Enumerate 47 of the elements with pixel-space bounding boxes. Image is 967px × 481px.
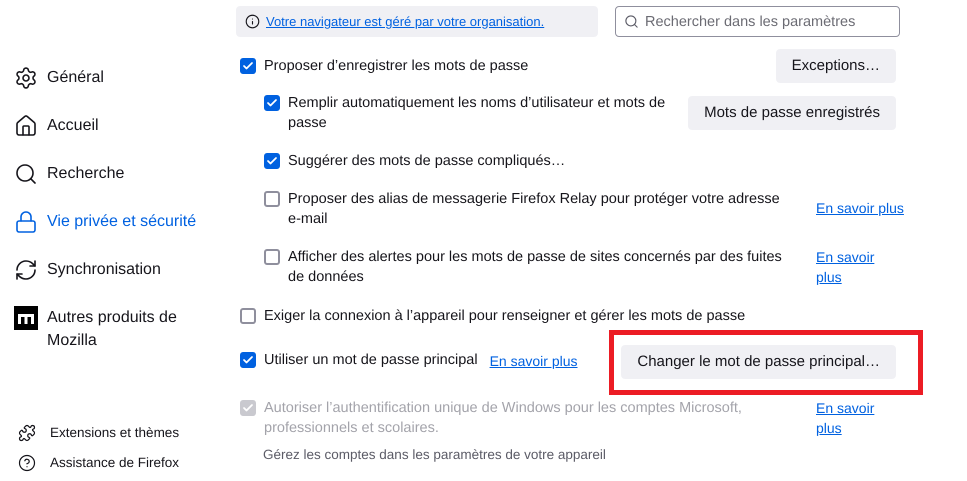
option-label: Remplir automatiquement les noms d’utilisateur et mots de passe <box>288 94 666 133</box>
option-label: Proposer des alias de messagerie Firefox Relay pour protéger votre adresse e-mail <box>288 190 781 229</box>
sidebar-item[interactable]: Autres produits de Mozilla <box>47 306 197 352</box>
learn-more-link[interactable]: En savoir plus <box>816 247 882 287</box>
option-label: Utiliser un mot de passe principal <box>264 351 478 370</box>
learn-more-link[interactable]: En savoir plus <box>816 200 904 216</box>
house-icon <box>14 114 38 138</box>
sidebar-item[interactable]: Synchronisation <box>47 258 197 281</box>
info-icon <box>245 14 260 29</box>
lock-icon <box>14 210 38 234</box>
checkbox[interactable] <box>240 58 256 74</box>
check-icon <box>266 97 278 109</box>
check-icon <box>242 354 254 366</box>
learn-more-link[interactable]: En savoir plus <box>490 353 578 369</box>
mozilla-logo-icon <box>14 306 38 330</box>
action-button[interactable]: Exceptions… <box>776 49 896 83</box>
hint-text: Gérez les comptes dans les paramètres de votre appareil <box>263 447 606 462</box>
checkbox[interactable] <box>240 308 256 324</box>
option-label: Exiger la connexion à l’appareil pour renseigner et gérer les mots de passe <box>264 307 746 326</box>
action-button[interactable]: Mots de passe enregistrés <box>688 96 896 130</box>
search-icon <box>624 14 639 29</box>
check-icon <box>242 402 254 414</box>
option-label: Proposer d’enregistrer les mots de passe <box>264 57 528 76</box>
sidebar-item[interactable]: Vie privée et sécurité <box>47 210 197 233</box>
help-icon <box>18 454 36 472</box>
sync-icon <box>14 258 38 282</box>
sidebar-footer-item[interactable]: Extensions et thèmes <box>50 422 180 443</box>
sidebar-footer-item[interactable]: Assistance de Firefox <box>50 452 180 473</box>
checkbox[interactable] <box>264 95 280 111</box>
check-icon <box>266 155 278 167</box>
checkbox[interactable] <box>264 191 280 207</box>
checkbox[interactable] <box>264 249 280 265</box>
checkbox[interactable] <box>240 352 256 368</box>
managed-browser-link[interactable]: Votre navigateur est géré par votre organisation. <box>266 12 544 32</box>
checkbox[interactable] <box>264 153 280 169</box>
sidebar-item[interactable]: Recherche <box>47 162 197 185</box>
option-label: Afficher des alertes pour les mots de passe de sites concernés par des fuites de données <box>288 248 783 287</box>
sidebar-item[interactable]: Général <box>47 66 197 89</box>
sidebar-item[interactable]: Accueil <box>47 114 197 137</box>
option-label: Suggérer des mots de passe compliqués… <box>288 152 566 171</box>
option-label: Autoriser l’authentification unique de Windows pour les comptes Microsoft, professionnels et scolaires. <box>264 399 743 438</box>
search-field[interactable]: Rechercher dans les paramètres <box>615 6 900 37</box>
gear-icon <box>14 66 38 90</box>
puzzle-icon <box>18 424 36 442</box>
check-icon <box>242 60 254 72</box>
action-button[interactable]: Changer le mot de passe principal… <box>621 345 896 379</box>
search-icon <box>14 162 38 186</box>
